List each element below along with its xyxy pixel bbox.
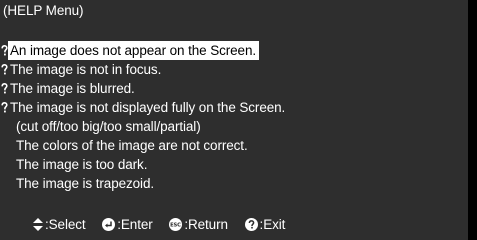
question-icon	[1, 83, 8, 94]
projector-osd-screen: (HELP Menu) An image does not appear on …	[0, 0, 477, 240]
hint-enter-label: :Enter	[117, 217, 153, 232]
help-menu-panel: (HELP Menu) An image does not appear on …	[0, 0, 468, 240]
up-down-arrows-icon	[33, 218, 43, 231]
question-icon	[1, 45, 8, 56]
question-icon	[1, 64, 8, 75]
hint-return: ESC :Return	[169, 216, 228, 234]
help-item-label: The image is not displayed fully on the …	[10, 100, 286, 115]
hint-exit-label: :Exit	[259, 217, 286, 232]
help-item-label: An image does not appear on the Screen.	[8, 41, 260, 60]
hint-select: :Select	[33, 216, 86, 234]
help-item-label: The image is too dark.	[16, 157, 148, 172]
help-item-label: The image is not in focus.	[10, 62, 162, 77]
svg-text:ESC: ESC	[170, 223, 181, 229]
hint-return-label: :Return	[184, 217, 228, 232]
menu-title: (HELP Menu)	[3, 3, 84, 18]
help-item-label: The image is blurred.	[10, 81, 135, 96]
key-hint-bar: :Select :Enter ESC :Return:Exit	[33, 216, 298, 234]
help-item-label: (cut off/too big/too small/partial)	[16, 119, 201, 134]
hint-exit: :Exit	[244, 216, 286, 234]
hint-select-label: :Select	[45, 217, 86, 232]
enter-icon	[102, 218, 116, 231]
hint-enter: :Enter	[102, 216, 153, 234]
help-icon	[244, 218, 258, 231]
question-icon	[1, 102, 8, 113]
help-item-label: The colors of the image are not correct.	[16, 138, 248, 153]
help-item-label: The image is trapezoid.	[16, 176, 155, 191]
esc-icon: ESC	[169, 218, 183, 231]
